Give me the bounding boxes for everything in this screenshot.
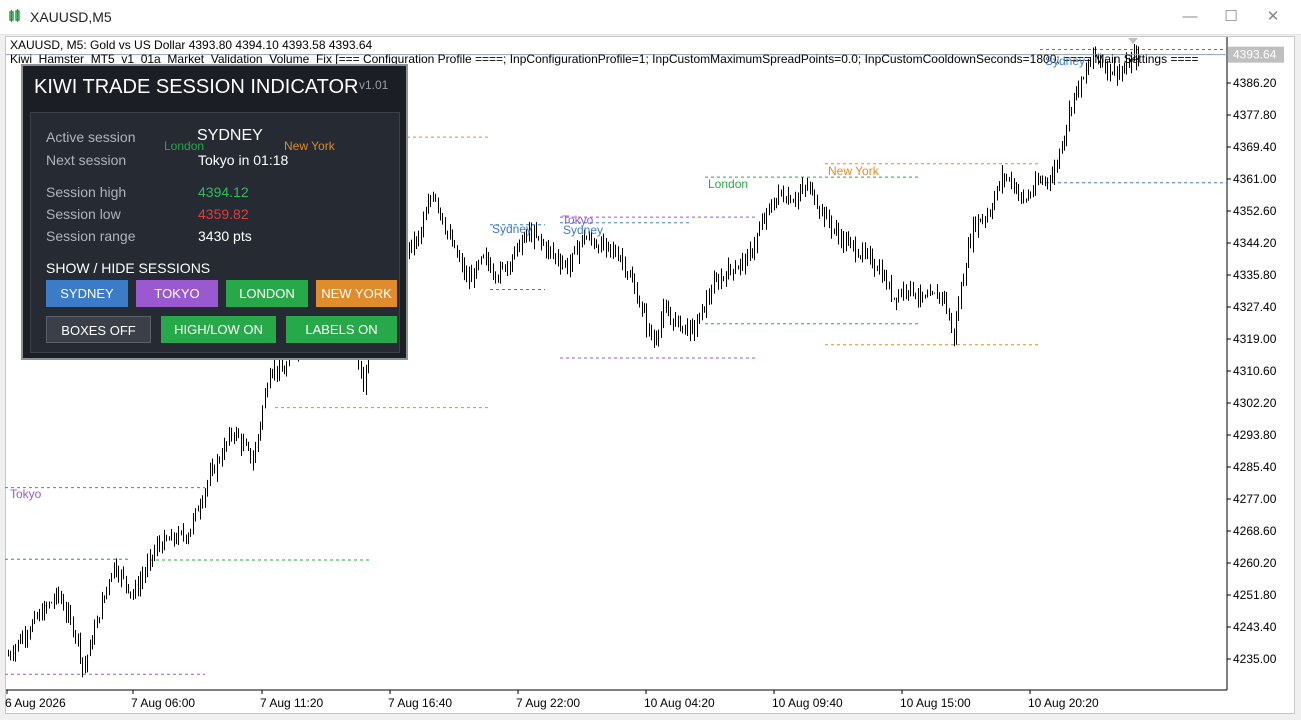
symbol-info: XAUUSD, M5: Gold vs US Dollar 4393.80 43…	[10, 38, 373, 52]
tokyo-toggle-button[interactable]: TOKYO	[136, 280, 218, 307]
time-axis-label: 7 Aug 16:40	[388, 696, 452, 710]
price-axis-label: 4377.80	[1233, 108, 1277, 122]
price-axis-label: 4352.60	[1233, 204, 1277, 218]
time-axis-label: 10 Aug 15:00	[900, 696, 971, 710]
active-session-label: Active session	[46, 129, 136, 145]
high-low-toggle-button[interactable]: HIGH/LOW ON	[161, 316, 276, 343]
panel-body: Active session SYDNEY Next session Tokyo…	[30, 112, 400, 353]
sydney-toggle-button[interactable]: SYDNEY	[46, 280, 128, 307]
time-axis-label: 10 Aug 20:20	[1028, 696, 1099, 710]
price-axis-label: 4277.00	[1233, 492, 1277, 506]
time-axis-label: 7 Aug 22:00	[516, 696, 580, 710]
price-axis-label: 4293.80	[1233, 428, 1277, 442]
session-label-london: London	[708, 177, 749, 191]
current-price-label: 4393.64	[1233, 48, 1277, 62]
panel-title: KIWI TRADE SESSION INDICATOR	[34, 76, 359, 98]
next-session-value: Tokyo in 01:18	[198, 152, 289, 168]
time-axis-label: 7 Aug 11:20	[260, 696, 323, 710]
chart-shift-marker	[1128, 38, 1138, 44]
price-axis-label: 4361.00	[1233, 172, 1277, 186]
price-axis-label: 4260.20	[1233, 556, 1277, 570]
price-axis-label: 4310.60	[1233, 364, 1277, 378]
active-session-value: SYDNEY	[197, 127, 263, 144]
session-label-tokyo: Tokyo	[10, 487, 42, 501]
price-axis-label: 4268.60	[1233, 524, 1277, 538]
session-indicator-panel: KIWI TRADE SESSION INDICATOR v1.01 Activ…	[21, 64, 408, 360]
price-axis-label: 4369.40	[1233, 140, 1277, 154]
session-low-value: 4359.82	[198, 206, 249, 222]
panel-version: v1.01	[359, 78, 389, 92]
time-axis-label: 10 Aug 04:20	[644, 696, 715, 710]
session-label-sydney: Sydney	[563, 223, 604, 237]
price-axis-label: 4319.00	[1233, 332, 1277, 346]
session-low-label: Session low	[46, 206, 121, 222]
session-label-sydney: Sydney	[1045, 54, 1086, 68]
session-label-london: London	[164, 139, 205, 153]
price-axis-label: 4285.40	[1233, 460, 1277, 474]
session-label-sydney: Sydney	[492, 222, 533, 236]
session-high-value: 4394.12	[198, 184, 249, 200]
session-range-value: 3430 pts	[198, 228, 252, 244]
time-axis-label: 10 Aug 09:40	[772, 696, 843, 710]
time-axis-label: 7 Aug 06:00	[131, 696, 195, 710]
london-toggle-button[interactable]: LONDON	[226, 280, 308, 307]
time-axis-label: 6 Aug 2026	[5, 696, 66, 710]
next-session-label: Next session	[46, 152, 127, 168]
session-range-label: Session range	[46, 228, 136, 244]
new-york-toggle-button[interactable]: NEW YORK	[316, 280, 397, 307]
session-high-label: Session high	[46, 184, 127, 200]
price-axis-label: 4335.80	[1233, 268, 1277, 282]
session-label-new-york: New York	[828, 164, 879, 178]
boxes-toggle-button[interactable]: BOXES OFF	[46, 316, 151, 343]
price-axis-label: 4302.20	[1233, 396, 1277, 410]
price-axis-label: 4386.20	[1233, 76, 1277, 90]
session-label-new-york: New York	[284, 139, 335, 153]
price-axis-label: 4251.80	[1233, 588, 1277, 602]
price-axis-label: 4327.40	[1233, 300, 1277, 314]
price-axis-label: 4235.00	[1233, 652, 1277, 666]
price-axis-label: 4344.20	[1233, 236, 1277, 250]
price-axis-label: 4243.40	[1233, 620, 1277, 634]
show-hide-heading: SHOW / HIDE SESSIONS	[46, 260, 211, 276]
labels-toggle-button[interactable]: LABELS ON	[286, 316, 397, 343]
